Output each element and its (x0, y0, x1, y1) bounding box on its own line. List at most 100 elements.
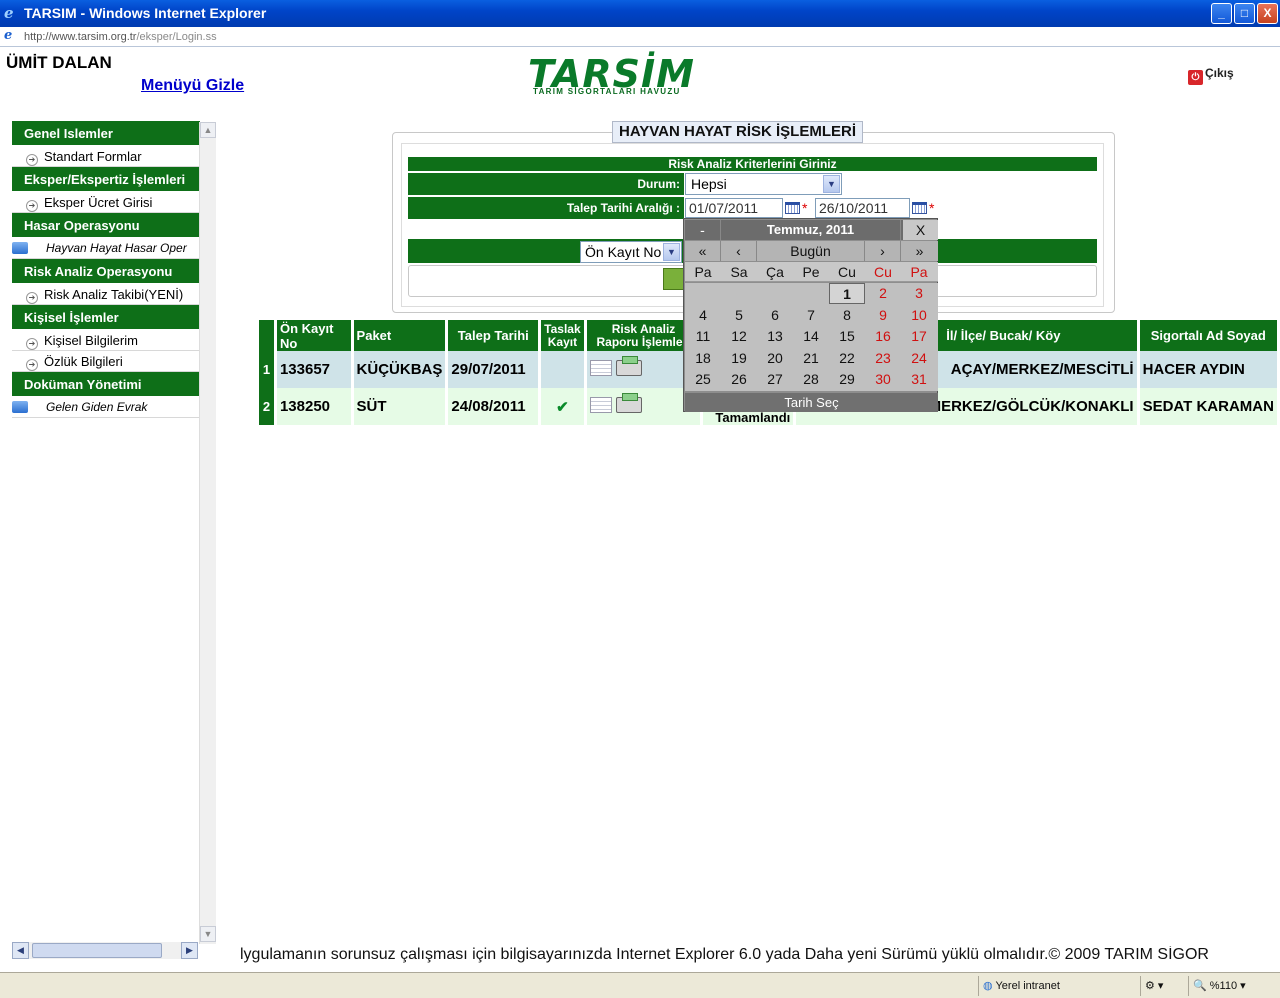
date-to-input[interactable]: 26/10/2011 (815, 198, 910, 218)
calendar-title[interactable]: Temmuz, 2011 (721, 220, 901, 240)
calendar-day[interactable]: 18 (685, 348, 721, 369)
sidebar-item-standart-formlar[interactable]: ➔ Standart Formlar (12, 146, 200, 167)
sidebar-group-eksper[interactable]: Eksper/Ekspertiz İşlemleri (12, 167, 200, 192)
calendar-day[interactable]: 5 (721, 305, 757, 326)
power-icon: ⏻ (1188, 70, 1203, 85)
calendar-day[interactable]: 23 (865, 348, 901, 369)
report-view-icon[interactable] (589, 359, 612, 376)
calendar-day[interactable]: 31 (901, 369, 937, 390)
close-button[interactable]: X (1257, 3, 1278, 24)
calendar-next-month-button[interactable]: › (865, 241, 901, 261)
scroll-right-icon[interactable]: ▶ (181, 942, 198, 959)
protected-mode-icon[interactable]: ⚙ ▾ (1140, 976, 1186, 996)
calendar-header: - Temmuz, 2011 X (685, 220, 938, 240)
durum-select[interactable]: Hepsi ▼ (685, 173, 842, 195)
calendar-day[interactable]: 11 (685, 326, 721, 347)
sidebar-horizontal-scrollbar[interactable]: ◀ ▶ (12, 942, 198, 959)
calendar-close-button[interactable]: X (903, 220, 938, 240)
durum-label: Durum: (408, 173, 684, 195)
calendar-day[interactable]: 13 (757, 326, 793, 347)
calendar-day[interactable]: 22 (829, 348, 865, 369)
report-view-icon[interactable] (589, 396, 612, 413)
scroll-left-icon[interactable]: ◀ (12, 942, 29, 959)
weekday-label: Sa (730, 264, 748, 280)
cell-tarih: 24/08/2011 (448, 388, 540, 425)
calendar-day[interactable]: 27 (757, 369, 793, 390)
calendar-day[interactable]: 15 (829, 326, 865, 347)
calendar-day[interactable]: 24 (901, 348, 937, 369)
folder-open-icon (12, 242, 28, 254)
calendar-icon[interactable] (785, 202, 800, 214)
scroll-thumb[interactable] (32, 943, 162, 958)
sidebar-item-hayvan-hayat-hasar[interactable]: Hayvan Hayat Hasar Oper (12, 238, 200, 259)
tarsim-logo: TARSİM TARIM SİGORTALARI HAVUZU (528, 55, 716, 100)
sidebar-group-kisisel[interactable]: Kişisel İşlemler (12, 305, 200, 330)
calendar-day[interactable]: 26 (721, 369, 757, 390)
calendar-prev-month-button[interactable]: ‹ (721, 241, 757, 261)
chevron-down-icon[interactable]: ▼ (823, 175, 840, 193)
logo-sub: TARIM SİGORTALARI HAVUZU (533, 87, 681, 96)
calendar-minus-button[interactable]: - (685, 220, 721, 240)
date-from-input[interactable]: 01/07/2011 (685, 198, 783, 218)
logout-button[interactable]: ⏻ Çıkış (1188, 66, 1234, 85)
sidebar-item-gelen-giden-evrak[interactable]: Gelen Giden Evrak (12, 397, 200, 418)
calendar-weekday-row: Pa Sa Ça Pe Cu Cu Pa (685, 262, 938, 282)
calendar-day-grid: 1 2 3 4 5 6 7 8 9 10 11 12 13 14 15 16 17 18 19 20 21 22 23 24 2… (685, 283, 938, 391)
calendar-day[interactable]: 28 (793, 369, 829, 390)
sidebar-item-ozluk-bilgileri[interactable]: ➔ Özlük Bilgileri (12, 351, 200, 372)
sort-select[interactable]: Ön Kayıt No ▼ (580, 241, 682, 263)
zoom-control[interactable]: 🔍 %110 ▾ (1188, 976, 1268, 996)
minimize-button[interactable]: _ (1211, 3, 1232, 24)
window-title: TARSIM - Windows Internet Explorer (24, 5, 267, 21)
calendar-day[interactable]: 29 (829, 369, 865, 390)
calendar-next-year-button[interactable]: » (901, 241, 938, 261)
calendar-day[interactable]: 3 (901, 283, 937, 304)
sidebar-group-dokuman[interactable]: Doküman Yönetimi (12, 372, 200, 397)
scroll-down-icon[interactable]: ▼ (200, 926, 216, 942)
calendar-day[interactable]: 9 (865, 305, 901, 326)
calendar-nav: « ‹ Bugün › » (685, 241, 938, 261)
calendar-day[interactable]: 21 (793, 348, 829, 369)
address-bar[interactable]: e http://www.tarsim.org.tr/eksper/Login.… (0, 27, 1280, 47)
cell-paket: SÜT (353, 388, 447, 425)
weekday-label: Cu (874, 264, 892, 280)
search-button[interactable] (663, 268, 685, 290)
sidebar-item-kisisel-bilgilerim[interactable]: ➔ Kişisel Bilgilerim (12, 330, 200, 351)
sidebar-group-hasar[interactable]: Hasar Operasyonu (12, 213, 200, 238)
calendar-day[interactable]: 12 (721, 326, 757, 347)
cell-ad-soyad: SEDAT KARAMAN (1139, 388, 1278, 425)
sidebar-item-risk-analiz-takibi[interactable]: ➔ Risk Analiz Takibi(YENİ) (12, 284, 200, 305)
calendar-day[interactable]: 25 (685, 369, 721, 390)
calendar-day[interactable]: 4 (685, 305, 721, 326)
sidebar-group-genel[interactable]: Genel Islemler (12, 121, 200, 146)
calendar-day[interactable]: 1 (829, 283, 865, 304)
required-mark: * (929, 200, 935, 216)
calendar-icon[interactable] (912, 202, 927, 214)
scroll-up-icon[interactable]: ▲ (200, 122, 216, 138)
weekday-label: Pe (802, 264, 820, 280)
calendar-day[interactable]: 20 (757, 348, 793, 369)
sidebar-group-risk-analiz[interactable]: Risk Analiz Operasyonu (12, 259, 200, 284)
sidebar-item-eksper-ucret[interactable]: ➔ Eksper Ücret Girisi (12, 192, 200, 213)
user-name: ÜMİT DALAN (6, 53, 112, 72)
calendar-day[interactable]: 16 (865, 326, 901, 347)
printer-icon[interactable] (615, 392, 642, 413)
calendar-day[interactable]: 7 (793, 305, 829, 326)
calendar-day[interactable]: 2 (865, 283, 901, 304)
maximize-button[interactable]: □ (1234, 3, 1255, 24)
printer-icon[interactable] (615, 355, 642, 376)
calendar-footer[interactable]: Tarih Seç (685, 393, 938, 412)
row-index: 1 (259, 351, 275, 388)
chevron-down-icon[interactable]: ▼ (663, 243, 680, 261)
hide-menu-link[interactable]: Menüyü Gizle (141, 77, 244, 95)
calendar-day[interactable]: 14 (793, 326, 829, 347)
calendar-day[interactable]: 30 (865, 369, 901, 390)
calendar-prev-year-button[interactable]: « (685, 241, 721, 261)
sidebar-vertical-scrollbar[interactable]: ▲ ▼ (199, 122, 216, 944)
calendar-day[interactable]: 17 (901, 326, 937, 347)
calendar-day[interactable]: 10 (901, 305, 937, 326)
calendar-today-button[interactable]: Bugün (757, 241, 865, 261)
calendar-day[interactable]: 6 (757, 305, 793, 326)
calendar-day[interactable]: 8 (829, 305, 865, 326)
calendar-day[interactable]: 19 (721, 348, 757, 369)
